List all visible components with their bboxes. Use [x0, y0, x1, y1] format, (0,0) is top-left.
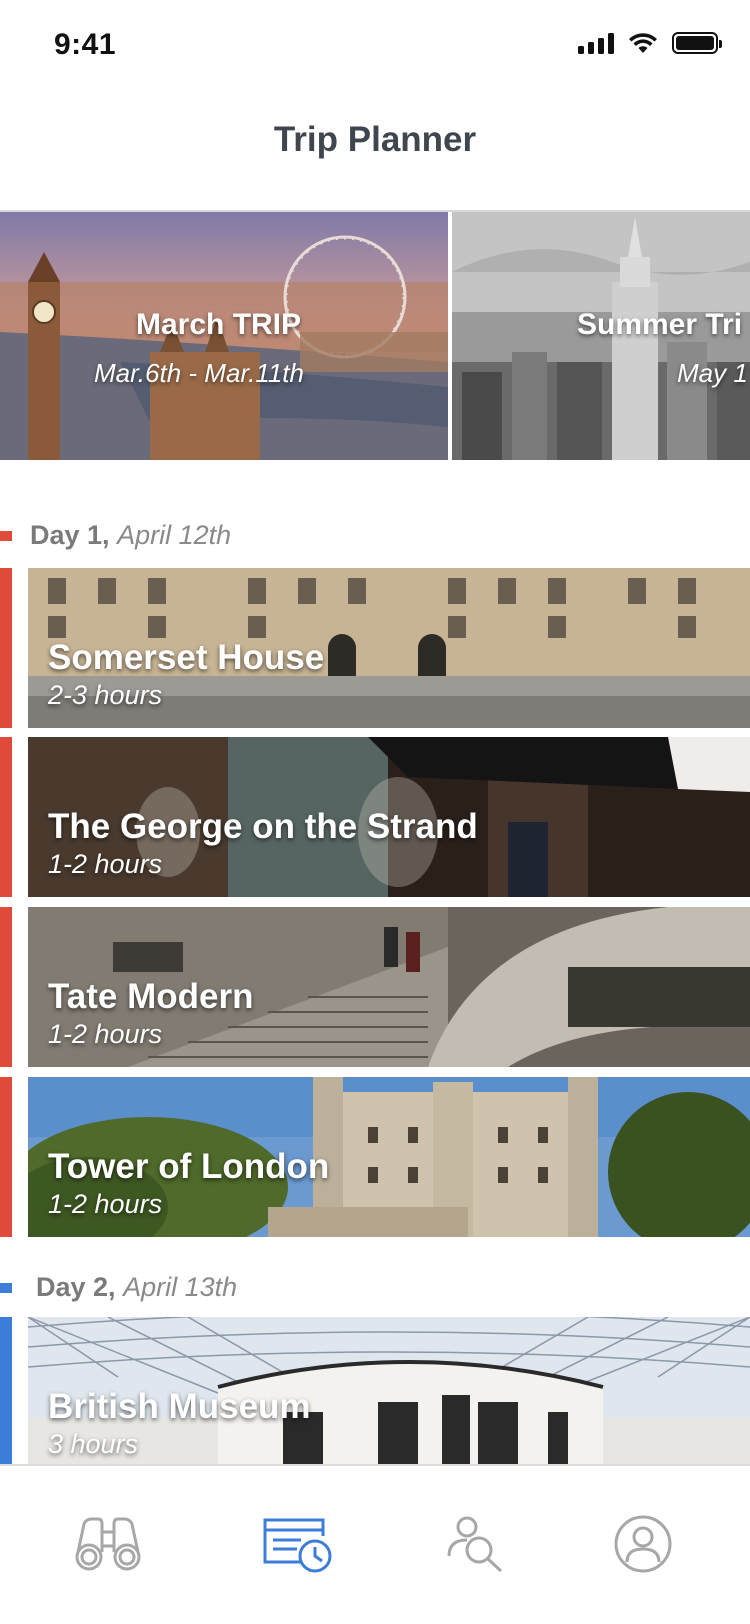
place-image: Tower of London 1-2 hours [28, 1077, 750, 1237]
trip-dates: May 1 [677, 358, 748, 388]
day-color-bar [0, 568, 12, 728]
place-card-somerset-house[interactable]: Somerset House 2-3 hours [0, 568, 750, 728]
status-time: 9:41 [54, 28, 117, 61]
day-date: April 12th [117, 520, 232, 550]
place-name: The George on the Strand [48, 807, 478, 846]
day-color-bar [0, 907, 12, 1067]
place-card-the-george[interactable]: The George on the Strand 1-2 hours [0, 737, 750, 897]
day-color-bar [0, 1077, 12, 1237]
wifi-icon [629, 33, 657, 53]
day-header: Day 1, April 12th [0, 516, 750, 556]
place-duration: 1-2 hours [48, 1019, 163, 1049]
cellular-signal-icon [578, 32, 614, 54]
place-card-tate-modern[interactable]: Tate Modern 1-2 hours [0, 907, 750, 1067]
place-duration: 3 hours [48, 1429, 139, 1459]
day-color-marker [0, 531, 12, 541]
day-title: Day 1, April 12th [30, 520, 231, 551]
page-title: Trip Planner [273, 120, 477, 159]
day-header: Day 2, April 13th [0, 1268, 750, 1308]
tab-profile[interactable] [598, 1504, 688, 1584]
place-duration: 1-2 hours [48, 849, 163, 879]
place-name: Tower of London [48, 1147, 330, 1186]
profile-icon [614, 1515, 672, 1573]
tab-explore[interactable] [63, 1504, 153, 1584]
trip-dates: Mar.6th - Mar.11th [94, 358, 304, 388]
day-title: Day 2, April 13th [36, 1272, 237, 1303]
day-date: April 13th [123, 1272, 238, 1302]
trip-name: Summer Tri [577, 308, 743, 341]
place-name: Somerset House [48, 638, 325, 677]
place-image: The George on the Strand 1-2 hours [28, 737, 750, 897]
status-bar: 9:41 [0, 0, 750, 92]
calendar-clock-icon [263, 1518, 332, 1573]
place-card-british-museum[interactable]: British Museum 3 hours [0, 1317, 750, 1477]
day-color-marker [0, 1283, 12, 1293]
place-duration: 2-3 hours [48, 680, 163, 710]
place-name: British Museum [48, 1387, 311, 1426]
day-color-bar [0, 1317, 12, 1477]
day-label: Day 1, [30, 520, 110, 550]
trip-card-summer[interactable]: Summer Tri May 1 [452, 212, 750, 460]
tab-bar [0, 1464, 750, 1624]
search-people-icon [447, 1516, 503, 1573]
place-card-tower-of-london[interactable]: Tower of London 1-2 hours [0, 1077, 750, 1237]
day-color-bar [0, 737, 12, 897]
tab-search[interactable] [432, 1504, 522, 1584]
status-icons [578, 32, 722, 54]
place-image: British Museum 3 hours [28, 1317, 750, 1477]
tab-itinerary[interactable] [252, 1504, 342, 1584]
binoculars-icon [75, 1517, 141, 1571]
place-image: Tate Modern 1-2 hours [28, 907, 750, 1067]
trip-name: March TRIP [136, 308, 302, 341]
place-image: Somerset House 2-3 hours [28, 568, 750, 728]
trips-carousel[interactable]: March TRIP Mar.6th - Mar.11th Summer Tri… [0, 210, 750, 460]
battery-icon [672, 32, 722, 54]
trip-card-march[interactable]: March TRIP Mar.6th - Mar.11th [0, 212, 448, 460]
place-duration: 1-2 hours [48, 1189, 163, 1219]
day-label: Day 2, [36, 1272, 116, 1302]
place-name: Tate Modern [48, 977, 254, 1016]
